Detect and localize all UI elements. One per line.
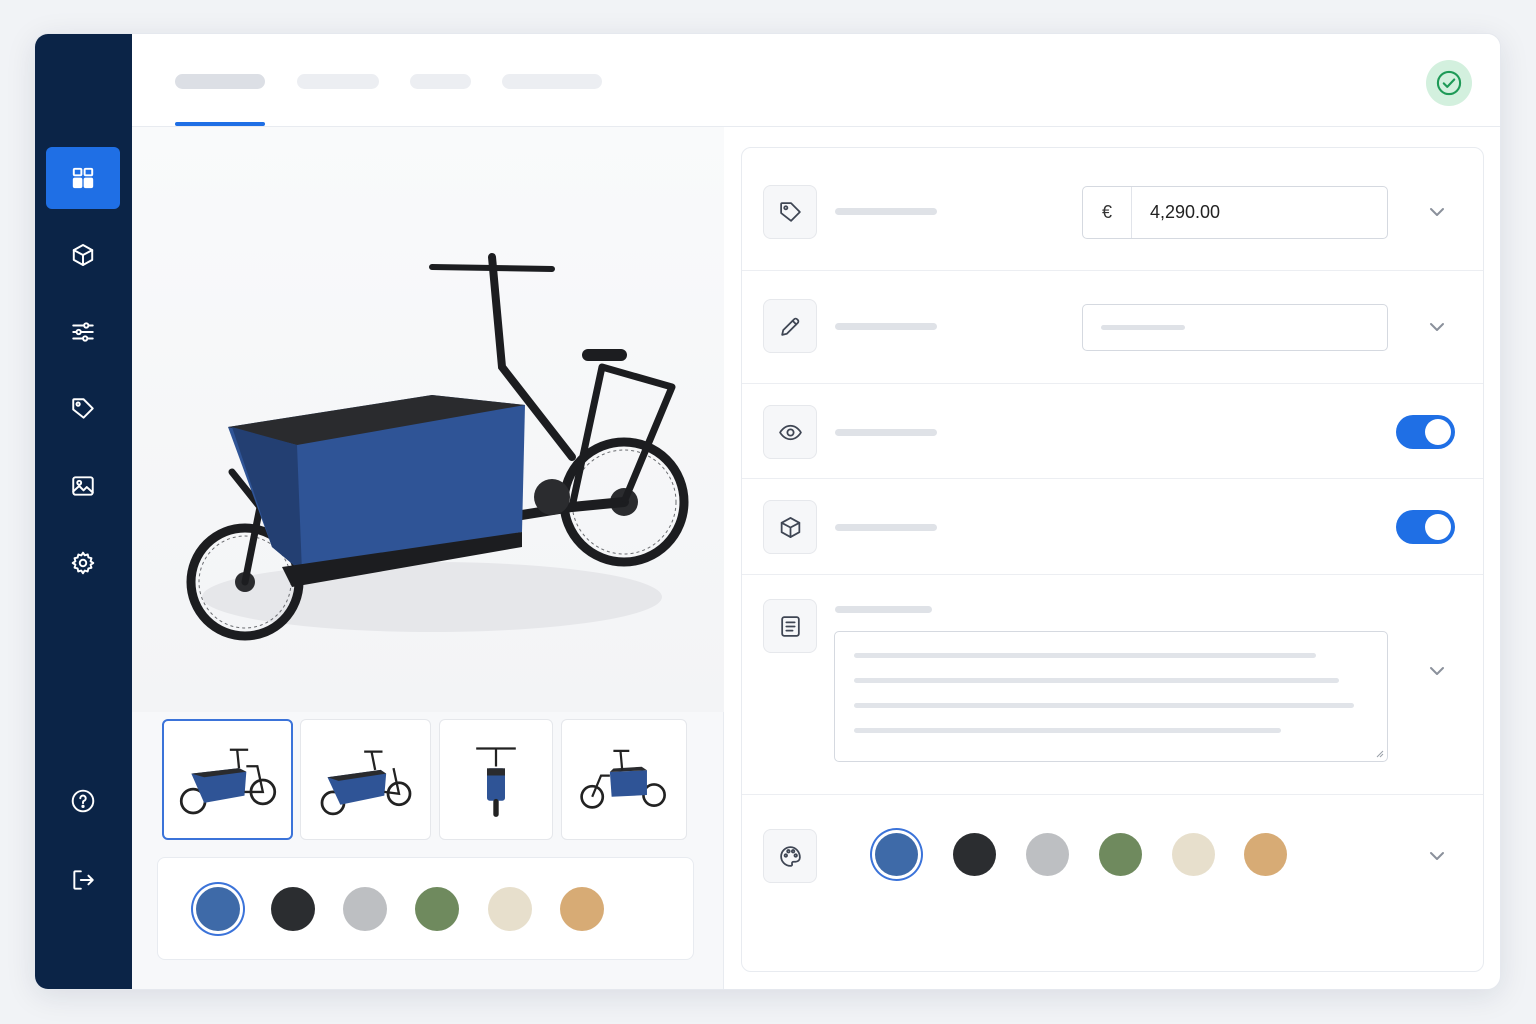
currency-symbol: €	[1083, 187, 1132, 238]
stock-label	[835, 524, 937, 531]
swatch-blue[interactable]	[196, 887, 240, 931]
name-field-icon	[763, 299, 817, 353]
text-line	[854, 653, 1316, 658]
thumbnail-bike-side	[179, 748, 276, 814]
tab-inventory[interactable]	[502, 74, 602, 89]
swatch-cream[interactable]	[488, 887, 532, 931]
color-option-olive[interactable]	[1099, 833, 1142, 876]
cargo-bike-illustration	[186, 253, 689, 641]
document-icon	[780, 615, 800, 637]
thumbnail-3[interactable]	[439, 719, 553, 840]
image-icon	[72, 476, 94, 496]
price-input[interactable]: € 4,290.00	[1082, 186, 1388, 239]
box-icon	[780, 516, 800, 538]
thumbnail-bike-rear	[580, 749, 666, 809]
toggle-knob	[1425, 419, 1451, 445]
color-option-blue[interactable]	[875, 833, 918, 876]
product-editor-window: € 4,290.00	[34, 33, 1501, 990]
check-circle-icon	[1436, 70, 1462, 96]
sidebar	[35, 34, 132, 989]
name-placeholder	[1101, 325, 1185, 330]
cube-icon	[72, 244, 94, 266]
thumbnail-1[interactable]	[162, 719, 293, 840]
tab-details[interactable]	[297, 74, 379, 89]
chevron-down-icon	[1430, 323, 1444, 331]
palette-icon	[779, 845, 801, 867]
color-row	[742, 795, 1483, 973]
logout-icon	[73, 870, 94, 890]
product-media-pane	[132, 127, 724, 989]
description-field-icon	[763, 599, 817, 653]
visibility-toggle[interactable]	[1396, 415, 1455, 449]
thumbnail-4[interactable]	[561, 719, 687, 840]
color-field-icon	[763, 829, 817, 883]
gallery-color-picker	[157, 857, 694, 960]
chevron-down-icon	[1430, 667, 1444, 675]
price-field-icon	[763, 185, 817, 239]
stock-field-icon	[763, 500, 817, 554]
status-badge	[1426, 60, 1472, 106]
help-icon	[71, 789, 95, 813]
tab-overview[interactable]	[175, 74, 265, 89]
product-form: € 4,290.00	[741, 147, 1484, 972]
price-expand[interactable]	[1427, 202, 1447, 222]
sidebar-item-help[interactable]	[46, 770, 120, 832]
thumbnail-strip	[157, 719, 696, 846]
description-label	[835, 606, 932, 613]
active-tab-indicator	[175, 122, 265, 126]
resize-handle-icon[interactable]	[1374, 748, 1384, 758]
stock-toggle[interactable]	[1396, 510, 1455, 544]
color-option-black[interactable]	[953, 833, 996, 876]
name-label	[835, 323, 937, 330]
header	[132, 34, 1500, 127]
swatch-wood[interactable]	[560, 887, 604, 931]
description-expand[interactable]	[1427, 661, 1447, 681]
description-textarea[interactable]	[834, 631, 1388, 762]
color-option-wood[interactable]	[1244, 833, 1287, 876]
toggle-knob	[1425, 514, 1451, 540]
text-line	[854, 678, 1339, 683]
thumbnail-2[interactable]	[300, 719, 431, 840]
color-expand[interactable]	[1427, 846, 1447, 866]
description-row	[742, 575, 1483, 795]
color-option-cream[interactable]	[1172, 833, 1215, 876]
sidebar-item-filters[interactable]	[46, 301, 120, 363]
chevron-down-icon	[1430, 208, 1444, 216]
text-line	[854, 728, 1281, 733]
visibility-row	[742, 384, 1483, 479]
tab-media[interactable]	[410, 74, 471, 89]
stock-row	[742, 479, 1483, 575]
thumbnail-bike-angle	[320, 749, 411, 815]
swatch-black[interactable]	[271, 887, 315, 931]
sidebar-item-logout[interactable]	[46, 849, 120, 911]
price-value[interactable]: 4,290.00	[1132, 202, 1220, 223]
sidebar-item-settings[interactable]	[46, 532, 120, 594]
eye-icon	[778, 424, 802, 440]
name-expand[interactable]	[1427, 317, 1447, 337]
price-label	[835, 208, 937, 215]
visibility-field-icon	[763, 405, 817, 459]
dashboard-icon	[72, 167, 94, 189]
tag-icon	[779, 201, 801, 222]
text-line	[854, 703, 1354, 708]
sidebar-item-products[interactable]	[46, 224, 120, 286]
sidebar-item-media[interactable]	[46, 455, 120, 517]
price-row: € 4,290.00	[742, 148, 1483, 271]
name-input[interactable]	[1082, 304, 1388, 351]
name-row	[742, 271, 1483, 384]
sliders-icon	[72, 322, 94, 342]
swatch-olive[interactable]	[415, 887, 459, 931]
chevron-down-icon	[1430, 852, 1444, 860]
visibility-label	[835, 429, 937, 436]
tag-icon	[72, 398, 94, 419]
sidebar-item-pricing[interactable]	[46, 378, 120, 440]
sidebar-item-dashboard[interactable]	[46, 147, 120, 209]
swatch-silver[interactable]	[343, 887, 387, 931]
gear-icon	[71, 551, 95, 575]
pencil-icon	[780, 317, 799, 336]
product-hero-image	[132, 127, 724, 712]
thumbnail-bike-front	[476, 746, 516, 817]
color-option-silver[interactable]	[1026, 833, 1069, 876]
